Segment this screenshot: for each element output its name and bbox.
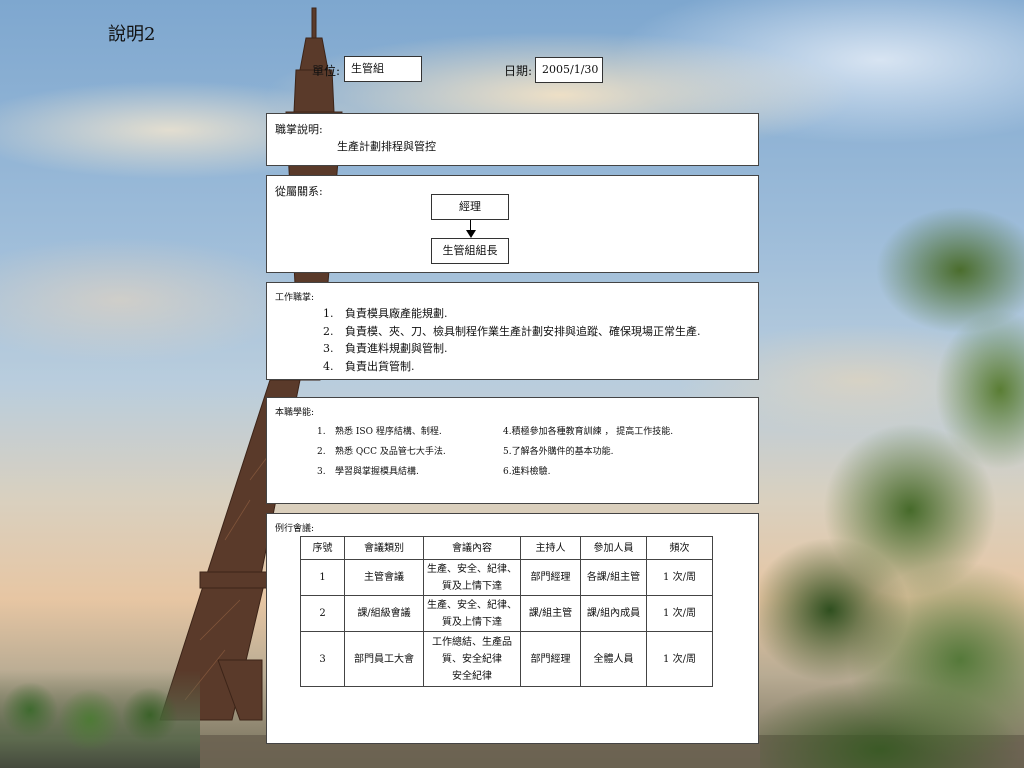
column-header: 主持人 (520, 536, 581, 560)
cell-content: 工作總結、生產品 質、安全紀律 安全紀律 (423, 631, 521, 687)
trees-left-background (0, 670, 200, 768)
meetings-label: 例行會議: (275, 524, 315, 534)
trees-right-background (760, 190, 1024, 768)
learning-label: 本職學能: (275, 408, 315, 418)
column-header: 會議內容 (423, 536, 521, 560)
table-row: 3 部門員工大會 工作總結、生產品 質、安全紀律 安全紀律 部門經理 全體人員 … (300, 631, 713, 687)
learning-item: 2. 熟悉 QCC 及品管七大手法. (317, 447, 446, 457)
tasks-list: 負責模具廠產能規劃. 負責模、夾、刀、檢具制程作業生產計劃安排與追蹤、確保現場正… (317, 305, 701, 375)
cell-frequency: 1 次/周 (646, 631, 713, 687)
task-item: 負責模、夾、刀、檢具制程作業生產計劃安排與追蹤、確保現場正常生產. (337, 323, 701, 341)
date-value: 2005/1/30 (535, 57, 603, 83)
relation-panel: 從屬關系: 經理 生管組組長 (266, 175, 759, 273)
org-box-leader: 生管組組長 (431, 238, 509, 264)
cell-type: 課/組級會議 (344, 595, 424, 632)
duty-panel: 職掌說明: 生產計劃排程與管控 (266, 113, 759, 166)
column-header: 序號 (300, 536, 345, 560)
cell-attendees: 課/組內成員 (580, 595, 647, 632)
cell-attendees: 各課/組主管 (580, 559, 647, 596)
learning-item: 1. 熟悉 ISO 程序結構、制程. (317, 427, 442, 437)
cell-content: 生產、安全、紀律、 質及上情下達 (423, 559, 521, 596)
cell-type: 部門員工大會 (344, 631, 424, 687)
org-box-manager: 經理 (431, 194, 509, 220)
duty-text: 生產計劃排程與管控 (337, 140, 436, 153)
cell-type: 主管會議 (344, 559, 424, 596)
learning-left-column: 1. 熟悉 ISO 程序結構、制程. 2. 熟悉 QCC 及品管七大手法. 3. 學習… (317, 422, 446, 482)
tasks-panel: 工作職掌: 負責模具廠產能規劃. 負責模、夾、刀、檢具制程作業生產計劃安排與追蹤… (266, 282, 759, 380)
table-header-row: 序號 會議類別 會議內容 主持人 參加人員 頻次 (300, 536, 713, 560)
learning-right-column: 4.積極參加各種教育訓練 ， 提高工作技能. 5.了解各外購件的基本功能. 6.… (503, 422, 673, 482)
task-item: 負責出貨管制. (337, 358, 701, 376)
cell-host: 部門經理 (520, 631, 581, 687)
slide-title: 說明2 (108, 24, 156, 45)
learning-item: 6.進料檢驗. (503, 467, 551, 477)
table-row: 1 主管會議 生產、安全、紀律、 質及上情下達 部門經理 各課/組主管 1 次/… (300, 559, 713, 596)
unit-value: 生管組 (344, 56, 422, 82)
cell-no: 2 (300, 595, 345, 632)
meetings-panel: 例行會議: 序號 會議類別 會議內容 主持人 參加人員 頻次 1 主管會議 生產… (266, 513, 759, 744)
cell-no: 1 (300, 559, 345, 596)
date-label: 日期: (504, 64, 533, 78)
task-item: 負責模具廠產能規劃. (337, 305, 701, 323)
learning-item: 5.了解各外購件的基本功能. (503, 447, 614, 457)
column-header: 參加人員 (580, 536, 647, 560)
unit-label: 單位: (312, 64, 341, 78)
relation-label: 從屬關系: (275, 185, 323, 198)
tasks-label: 工作職掌: (275, 293, 315, 303)
cell-attendees: 全體人員 (580, 631, 647, 687)
learning-item: 4.積極參加各種教育訓練 ， 提高工作技能. (503, 427, 674, 437)
cell-host: 課/組主管 (520, 595, 581, 632)
cell-content: 生產、安全、紀律、 質及上情下達 (423, 595, 521, 632)
table-row: 2 課/組級會議 生產、安全、紀律、 質及上情下達 課/組主管 課/組內成員 1… (300, 595, 713, 632)
org-arrow-icon (466, 230, 476, 238)
cell-frequency: 1 次/周 (646, 595, 713, 632)
cell-frequency: 1 次/周 (646, 559, 713, 596)
task-item: 負責進料規劃與管制. (337, 340, 701, 358)
duty-label: 職掌說明: (275, 123, 323, 136)
learning-panel: 本職學能: 1. 熟悉 ISO 程序結構、制程. 2. 熟悉 QCC 及品管七大手法… (266, 397, 759, 504)
column-header: 頻次 (646, 536, 713, 560)
cell-host: 部門經理 (520, 559, 581, 596)
meetings-table: 序號 會議類別 會議內容 主持人 參加人員 頻次 1 主管會議 生產、安全、紀律… (300, 536, 713, 687)
learning-item: 3. 學習與掌握模具結構. (317, 467, 419, 477)
cell-no: 3 (300, 631, 345, 687)
column-header: 會議類別 (344, 536, 424, 560)
